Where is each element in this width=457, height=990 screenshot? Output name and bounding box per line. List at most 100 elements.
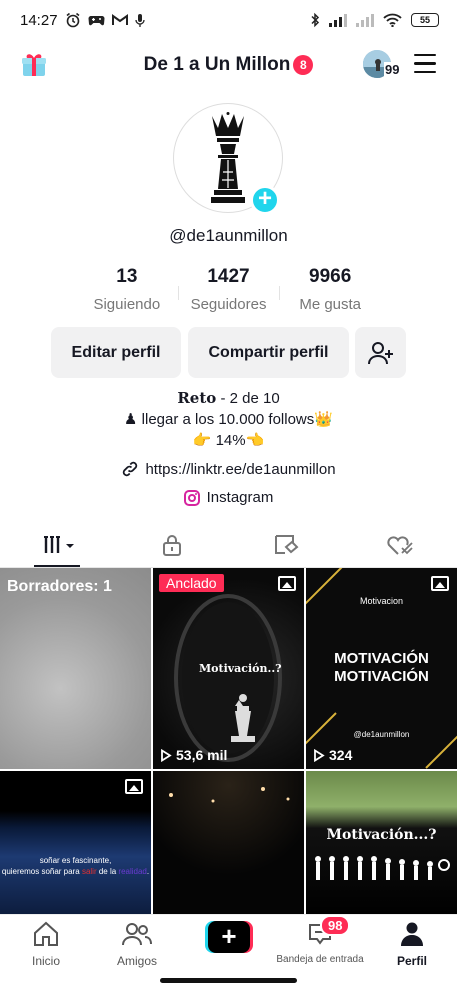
tab-private[interactable]: [157, 532, 187, 558]
stat-label: Siguiendo: [93, 296, 161, 313]
video-headline: MOTIVACIÓN: [334, 668, 429, 685]
add-user-icon: [367, 341, 393, 364]
menu-icon[interactable]: [414, 54, 436, 74]
nav-label: Inicio: [31, 954, 60, 968]
caption-highlight: realidad: [118, 867, 147, 876]
play-icon: [314, 748, 325, 762]
instagram-icon: [183, 489, 200, 506]
bio-bold: Reto: [177, 389, 217, 407]
photo-icon: [125, 779, 143, 794]
stat-value: 1427: [207, 266, 250, 287]
profile-stats: 13 Siguiendo 1427 Seguidores 9966 Me gus…: [76, 266, 381, 313]
link-icon: [123, 461, 138, 477]
bio-line-3: 👉 14%👈: [192, 432, 265, 449]
bio-line-2: ♟ llegar a los 10.000 follows👑: [124, 411, 333, 428]
account-name: De 1 a Un Millon: [143, 54, 291, 75]
evolution-figures: [315, 856, 450, 880]
photo-icon: [431, 576, 449, 591]
alarm-icon: [66, 12, 80, 28]
gamepad-icon: [88, 16, 105, 26]
video-thumbnail: [169, 787, 290, 803]
gmail-icon: [111, 14, 128, 25]
microphone-icon: [134, 13, 145, 27]
link-text: https://linktr.ee/de1aunmillon: [145, 460, 336, 478]
video-tile[interactable]: Motivacion MOTIVACIÓN MOTIVACIÓN @de1aun…: [306, 568, 457, 769]
profile-header: De 1 a Un Millon 8 99: [0, 44, 457, 88]
video-headline: MOTIVACIÓN: [334, 650, 429, 667]
caption-text: quieremos soñar para: [1, 867, 80, 876]
caption-text: .: [146, 867, 150, 876]
signal-secondary-icon: [356, 13, 374, 27]
stat-label: Seguidores: [190, 296, 267, 313]
video-caption: soñar es fascinante,: [39, 856, 112, 865]
stat-following[interactable]: 13 Siguiendo: [76, 266, 178, 313]
caption-highlight: salir: [81, 867, 97, 876]
stat-value: 13: [116, 266, 138, 287]
nav-friends[interactable]: Amigos: [112, 921, 162, 968]
battery-icon: 55: [411, 13, 439, 27]
add-avatar-button[interactable]: +: [250, 185, 280, 215]
stat-likes[interactable]: 9966 Me gusta: [279, 266, 381, 313]
video-tile[interactable]: soñar es fascinante, quieremos soñar par…: [0, 771, 151, 914]
video-grid: Borradores: 1 Anclado Motivación..? 53,6…: [0, 568, 457, 914]
clock: 14:27: [20, 11, 58, 29]
wifi-icon: [383, 13, 402, 27]
video-handle: @de1aunmillon: [353, 730, 410, 739]
drafts-label: Borradores: 1: [7, 578, 112, 595]
repost-icon: [275, 535, 299, 554]
bluetooth-icon: [311, 12, 320, 28]
share-profile-button[interactable]: Compartir perfil: [188, 327, 349, 378]
friends-icon: [122, 923, 152, 946]
tab-liked[interactable]: [385, 532, 415, 558]
username: @de1aunmillon: [169, 226, 288, 245]
nav-label: Bandeja de entrada: [276, 954, 364, 965]
edit-profile-button[interactable]: Editar perfil: [51, 327, 181, 378]
notification-badge: 8: [293, 55, 314, 75]
caption-text: de la: [96, 867, 119, 876]
grid-videos-icon: [44, 536, 74, 553]
video-tile[interactable]: [153, 771, 304, 914]
tab-underline: [34, 565, 80, 567]
view-count-text: 53,6 mil: [176, 747, 228, 763]
nav-profile[interactable]: Perfil: [392, 921, 432, 968]
liked-icon: [387, 536, 413, 555]
battery-level: 55: [419, 15, 430, 25]
video-tile[interactable]: Anclado Motivación..? 53,6 mil: [153, 568, 304, 769]
video-caption: Motivación..?: [199, 662, 282, 675]
home-icon: [34, 921, 58, 946]
content-tabs: [0, 522, 457, 568]
view-count: 53,6 mil: [160, 747, 227, 763]
status-bar: 14:27 55: [0, 0, 457, 40]
stat-followers[interactable]: 1427 Seguidores: [177, 266, 280, 313]
tab-videos[interactable]: [42, 532, 78, 558]
bio-text: - 2 de 10: [216, 390, 280, 407]
nav-label: Perfil: [396, 954, 427, 968]
signal-icon: [329, 13, 347, 27]
view-count-text: 324: [329, 747, 353, 763]
stat-value: 9966: [309, 266, 352, 287]
lock-icon: [163, 535, 181, 556]
home-indicator[interactable]: [160, 978, 297, 983]
profile-icon: [401, 922, 423, 946]
instagram-text: Instagram: [206, 489, 274, 506]
plus-icon: +: [208, 921, 250, 953]
video-caption: Motivación...?: [326, 827, 437, 843]
bio-line-1: Reto - 2 de 10: [0, 389, 457, 407]
video-caption: quieremos soñar para salir de la realida…: [0, 867, 151, 876]
tab-reposts[interactable]: [271, 532, 301, 558]
avatar-count-badge: 99: [384, 62, 401, 77]
nav-label: Amigos: [116, 954, 157, 968]
stat-label: Me gusta: [299, 296, 362, 313]
add-friend-button[interactable]: [355, 327, 406, 378]
drafts-tile[interactable]: Borradores: 1: [0, 568, 151, 769]
play-icon: [161, 748, 172, 762]
chess-queen-icon: [211, 112, 245, 203]
pinned-badge: Anclado: [159, 574, 224, 592]
nav-home[interactable]: Inicio: [28, 921, 64, 968]
profile-link[interactable]: https://linktr.ee/de1aunmillon: [0, 460, 457, 478]
video-tile[interactable]: Motivación...?: [306, 771, 457, 914]
create-button[interactable]: +: [205, 921, 253, 953]
inbox-badge: 98: [320, 915, 351, 936]
bottom-nav: Inicio Amigos + Bandeja de entrada 98 Pe…: [0, 914, 457, 970]
instagram-link[interactable]: Instagram: [0, 489, 457, 506]
